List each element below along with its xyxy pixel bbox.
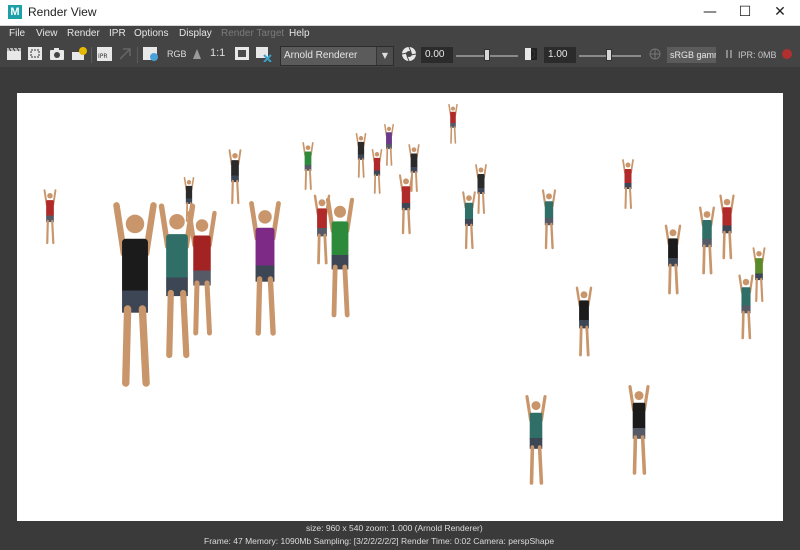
crowd-figure bbox=[525, 395, 547, 485]
pause-icon[interactable] bbox=[721, 46, 738, 62]
crowd-figure bbox=[355, 133, 367, 178]
crowd-figure bbox=[664, 224, 682, 295]
render-region-icon[interactable] bbox=[27, 46, 44, 62]
crowd-figure bbox=[475, 164, 487, 214]
maximize-button[interactable]: ☐ bbox=[727, 0, 763, 25]
toolbar: IPR RGB 1:1 Arnold Renderer ▼ 0.00 1.00 … bbox=[0, 43, 800, 67]
gamma-icon[interactable] bbox=[523, 46, 540, 62]
maya-app-icon: M bbox=[8, 5, 22, 19]
rendered-image bbox=[17, 93, 783, 523]
crowd-figure bbox=[719, 194, 735, 260]
toolbar-separator bbox=[137, 47, 138, 63]
crowd-figure bbox=[462, 191, 476, 250]
exposure-aperture-icon[interactable] bbox=[401, 46, 418, 62]
crowd-figure bbox=[752, 247, 766, 303]
render-clapper-icon[interactable] bbox=[6, 46, 23, 62]
crowd-figure bbox=[43, 189, 57, 245]
status-size-zoom: size: 960 x 540 zoom: 1.000 (Arnold Rend… bbox=[306, 523, 483, 533]
renderer-dropdown-value: Arnold Renderer bbox=[284, 50, 358, 61]
crowd-figure bbox=[371, 149, 383, 194]
crowd-figure bbox=[699, 206, 715, 275]
keep-image-icon[interactable] bbox=[142, 46, 159, 62]
crowd-figure bbox=[541, 189, 557, 250]
gamma-slider-thumb[interactable] bbox=[606, 49, 612, 61]
stop-icon[interactable] bbox=[779, 46, 796, 62]
crowd-figure bbox=[622, 159, 634, 209]
status-render-info: Frame: 47 Memory: 1090Mb Sampling: [3/2/… bbox=[204, 536, 555, 546]
minimize-button[interactable]: — bbox=[692, 0, 728, 25]
snapshot-camera-icon[interactable] bbox=[49, 46, 66, 62]
crowd-figure bbox=[738, 274, 754, 340]
exposure-slider-thumb[interactable] bbox=[484, 49, 490, 61]
crowd-figure bbox=[628, 385, 650, 475]
crowd-figure bbox=[302, 142, 314, 190]
refresh-ipr-icon bbox=[119, 48, 131, 60]
crowd-figure bbox=[575, 286, 593, 357]
menu-view[interactable]: View bbox=[36, 28, 58, 39]
render-view-window: M Render View — ☐ ✕ File View Render IPR… bbox=[0, 0, 800, 550]
ipr-memory-label: IPR: 0MB bbox=[738, 50, 777, 60]
render-viewport[interactable] bbox=[0, 67, 800, 523]
chevron-down-icon: ▼ bbox=[376, 47, 393, 65]
title-bar: M Render View — ☐ ✕ bbox=[0, 0, 800, 26]
crowd-figure bbox=[398, 174, 414, 235]
menu-ipr[interactable]: IPR bbox=[109, 28, 126, 39]
rgb-channel-button[interactable]: RGB bbox=[167, 49, 187, 59]
remove-image-icon[interactable] bbox=[255, 46, 272, 62]
globe-icon[interactable] bbox=[647, 46, 664, 62]
crowd-figure bbox=[228, 149, 242, 205]
view-transform-dropdown[interactable]: sRGB gamma bbox=[667, 47, 716, 63]
toolbar-separator bbox=[91, 47, 92, 63]
menu-file[interactable]: File bbox=[9, 28, 25, 39]
close-button[interactable]: ✕ bbox=[762, 0, 798, 25]
alpha-channel-icon[interactable] bbox=[189, 46, 206, 62]
renderer-dropdown[interactable]: Arnold Renderer ▼ bbox=[280, 46, 394, 66]
crowd-figure bbox=[113, 202, 157, 387]
exposure-field[interactable]: 0.00 bbox=[421, 47, 453, 63]
display-image-icon[interactable] bbox=[234, 46, 251, 62]
menu-help[interactable]: Help bbox=[289, 28, 310, 39]
crowd-figure bbox=[325, 197, 355, 318]
crowd-figure bbox=[249, 201, 281, 336]
crowd-figure bbox=[187, 210, 217, 336]
svg-text:IPR: IPR bbox=[98, 53, 108, 60]
menu-display[interactable]: Display bbox=[179, 28, 212, 39]
crowd-figures bbox=[43, 103, 766, 485]
render-sequence-icon[interactable] bbox=[71, 46, 88, 62]
menu-options[interactable]: Options bbox=[134, 28, 168, 39]
menu-bar: File View Render IPR Options Display Ren… bbox=[0, 26, 800, 43]
one-to-one-button[interactable]: 1:1 bbox=[210, 47, 225, 59]
crowd-figure bbox=[384, 123, 394, 166]
ipr-render-icon[interactable]: IPR bbox=[96, 46, 113, 62]
gamma-field[interactable]: 1.00 bbox=[544, 47, 576, 63]
menu-render[interactable]: Render bbox=[67, 28, 100, 39]
status-bar: size: 960 x 540 zoom: 1.000 (Arnold Rend… bbox=[0, 521, 800, 550]
crowd-figure bbox=[158, 203, 196, 359]
menu-render-target: Render Target bbox=[221, 28, 285, 39]
window-title: Render View bbox=[28, 5, 97, 19]
crowd-figure bbox=[313, 194, 331, 265]
crowd-figure bbox=[448, 103, 458, 144]
